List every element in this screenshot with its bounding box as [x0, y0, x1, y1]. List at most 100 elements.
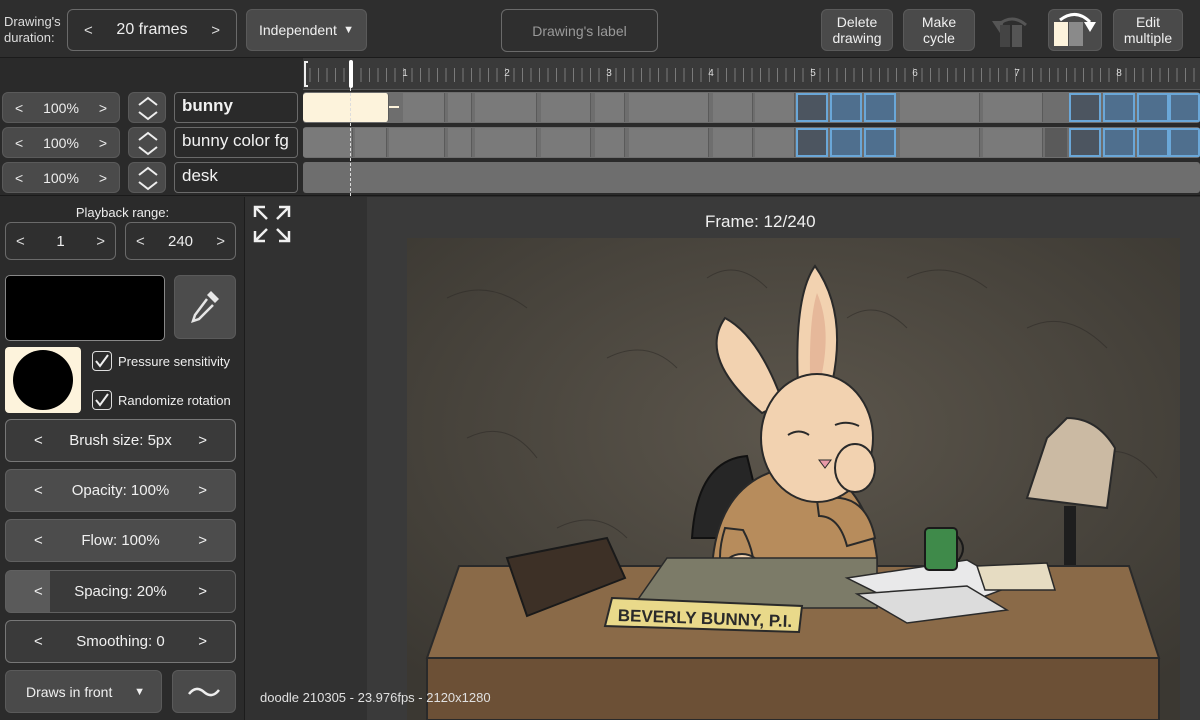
flow-stepper[interactable]: < Flow: 100% >: [5, 519, 236, 562]
chevron-right-icon[interactable]: >: [198, 583, 207, 600]
drawing-cell[interactable]: [713, 93, 753, 122]
chevron-left-icon[interactable]: <: [15, 100, 23, 116]
chevron-right-icon[interactable]: >: [96, 233, 105, 250]
delete-drawing-button[interactable]: Delete drawing: [821, 9, 893, 51]
range-start-stepper[interactable]: < 1 >: [5, 222, 116, 260]
stroke-style-button[interactable]: [172, 670, 236, 713]
drawing-cell[interactable]: [355, 128, 387, 157]
drawing-cell[interactable]: [448, 128, 472, 157]
layer-reorder-button[interactable]: [128, 92, 166, 123]
drawing-cell[interactable]: [983, 93, 1043, 122]
duration-decrease[interactable]: <: [84, 22, 93, 39]
drawing-cell[interactable]: [541, 93, 591, 122]
drawing-cell[interactable]: [629, 93, 709, 122]
color-swatch[interactable]: [5, 275, 165, 341]
drawing-cell[interactable]: [403, 93, 445, 122]
drawing-cell[interactable]: [475, 93, 537, 122]
opacity-stepper[interactable]: < Opacity: 100% >: [5, 469, 236, 512]
chevron-right-icon[interactable]: >: [216, 233, 225, 250]
drawing-cell[interactable]: [303, 128, 353, 157]
chevron-right-icon[interactable]: >: [99, 135, 107, 151]
layer-track[interactable]: [303, 127, 1200, 158]
chevron-right-icon[interactable]: >: [198, 432, 207, 449]
chevron-right-icon[interactable]: >: [198, 532, 207, 549]
spacing-stepper[interactable]: < Spacing: 20% >: [5, 570, 236, 613]
smoothing-stepper[interactable]: < Smoothing: 0 >: [5, 620, 236, 663]
chevron-left-icon[interactable]: <: [15, 170, 23, 186]
chevron-right-icon[interactable]: >: [99, 170, 107, 186]
range-start-bracket[interactable]: [304, 61, 308, 87]
selected-cell[interactable]: [1069, 128, 1101, 157]
selected-cell[interactable]: [1103, 93, 1135, 122]
selected-cell[interactable]: [1103, 128, 1135, 157]
randomize-checkbox[interactable]: [92, 390, 112, 410]
drawing-cell[interactable]: [595, 128, 625, 157]
layer-opacity-stepper[interactable]: < 100% >: [2, 162, 120, 193]
frame-ruler[interactable]: 1 2 3 4 5 6 7 8: [303, 58, 1200, 90]
layer-name-field[interactable]: desk: [174, 162, 298, 193]
layer-opacity-stepper[interactable]: < 100% >: [2, 92, 120, 123]
selected-cell[interactable]: [864, 93, 896, 122]
drawing-cell[interactable]: [900, 128, 980, 157]
brush-size-stepper[interactable]: < Brush size: 5px >: [5, 419, 236, 462]
layer-track[interactable]: [303, 162, 1200, 193]
chevron-left-icon[interactable]: <: [34, 482, 43, 499]
eyedropper-button[interactable]: [174, 275, 236, 339]
brush-preview[interactable]: [5, 347, 81, 413]
chevron-right-icon[interactable]: >: [198, 633, 207, 650]
chevron-left-icon[interactable]: <: [34, 583, 43, 600]
drawing-cell[interactable]: [1045, 128, 1067, 157]
drawing-cell[interactable]: [755, 128, 795, 157]
selected-cell[interactable]: [1137, 93, 1169, 122]
layer-reorder-button[interactable]: [128, 162, 166, 193]
current-drawing-cell[interactable]: [303, 93, 389, 122]
duration-stepper[interactable]: < 20 frames >: [67, 9, 237, 51]
selected-cell[interactable]: [1169, 128, 1200, 157]
selected-cell[interactable]: [830, 128, 862, 157]
drawing-cell[interactable]: [900, 93, 980, 122]
layer-name-field[interactable]: bunny: [174, 92, 298, 123]
chevron-left-icon[interactable]: <: [34, 633, 43, 650]
mode-dropdown[interactable]: Independent ▼: [246, 9, 367, 51]
draw-mode-dropdown[interactable]: Draws in front ▼: [5, 670, 162, 713]
chevron-left-icon[interactable]: <: [16, 233, 25, 250]
drawing-cell[interactable]: [448, 93, 472, 122]
selected-cell[interactable]: [1137, 128, 1169, 157]
pressure-checkbox[interactable]: [92, 351, 112, 371]
drawing-cell[interactable]: [541, 128, 591, 157]
drawing-cell[interactable]: [713, 128, 753, 157]
drawing-cell[interactable]: [389, 128, 445, 157]
drawing-cell[interactable]: [475, 128, 537, 157]
chevron-left-icon[interactable]: <: [34, 432, 43, 449]
chevron-left-icon[interactable]: <: [15, 135, 23, 151]
chevron-left-icon[interactable]: <: [136, 233, 145, 250]
fullscreen-button[interactable]: [251, 203, 293, 245]
animation-frame[interactable]: BEVERLY BUNNY, P.I.: [407, 238, 1180, 720]
drawing-cell[interactable]: [629, 128, 709, 157]
duration-increase[interactable]: >: [211, 22, 220, 39]
range-end-stepper[interactable]: < 240 >: [125, 222, 236, 260]
chevron-right-icon[interactable]: >: [198, 482, 207, 499]
layer-reorder-button[interactable]: [128, 127, 166, 158]
layer-name-field[interactable]: bunny color fg: [174, 127, 298, 158]
selected-cell[interactable]: [796, 128, 828, 157]
checkmark-icon: [95, 393, 109, 407]
flip-right-button[interactable]: [1048, 9, 1102, 51]
edit-multiple-button[interactable]: Edit multiple: [1113, 9, 1183, 51]
drawing-cell[interactable]: [595, 93, 625, 122]
playhead-handle[interactable]: [349, 60, 353, 88]
drawing-cell[interactable]: [983, 128, 1043, 157]
layer-opacity-stepper[interactable]: < 100% >: [2, 127, 120, 158]
selected-cell[interactable]: [830, 93, 862, 122]
selected-cell[interactable]: [796, 93, 828, 122]
drawing-label-input[interactable]: Drawing's label: [501, 9, 658, 52]
selected-cell[interactable]: [1169, 93, 1200, 122]
flip-left-icon[interactable]: [986, 11, 1038, 51]
layer-track[interactable]: [303, 92, 1200, 123]
chevron-right-icon[interactable]: >: [99, 100, 107, 116]
make-cycle-button[interactable]: Make cycle: [903, 9, 975, 51]
selected-cell[interactable]: [1069, 93, 1101, 122]
drawing-cell[interactable]: [755, 93, 795, 122]
chevron-left-icon[interactable]: <: [34, 532, 43, 549]
selected-cell[interactable]: [864, 128, 896, 157]
